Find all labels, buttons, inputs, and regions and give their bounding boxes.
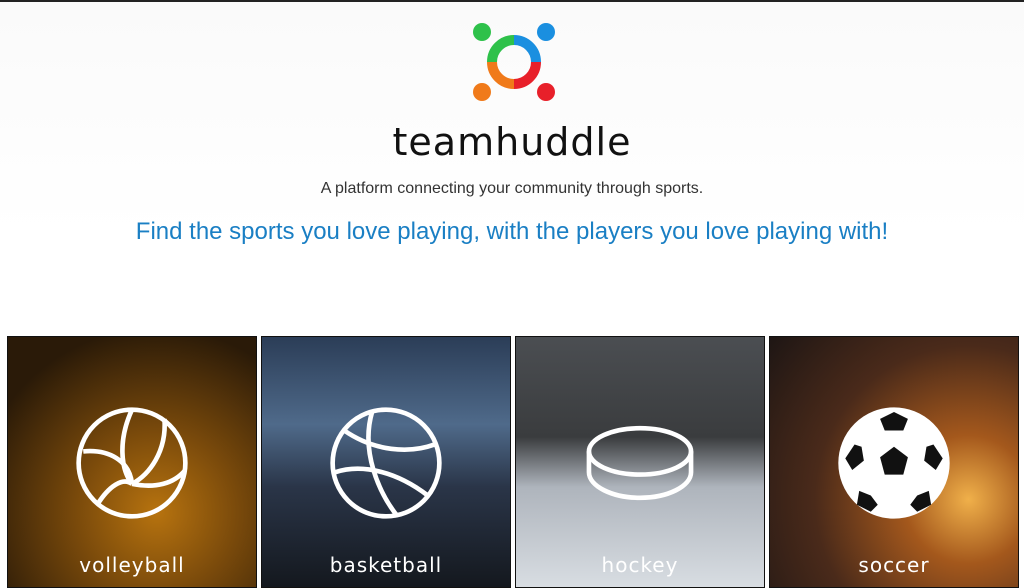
- volleyball-icon: [76, 407, 188, 519]
- brand-name: teamhuddle: [392, 120, 632, 164]
- hockey-puck-icon: [586, 425, 694, 501]
- sport-tile-volleyball[interactable]: volleyball: [7, 336, 257, 588]
- basketball-icon: [330, 407, 442, 519]
- sport-label: soccer: [858, 553, 930, 577]
- sport-tile-hockey[interactable]: hockey: [515, 336, 765, 588]
- headline: Find the sports you love playing, with t…: [135, 218, 889, 245]
- sport-label: basketball: [329, 553, 443, 577]
- tagline: A platform connecting your community thr…: [320, 180, 704, 197]
- sport-tile-basketball[interactable]: basketball: [261, 336, 511, 588]
- soccer-ball-icon: [838, 407, 950, 519]
- sport-tiles: volleyball basketball hockey soccer: [7, 336, 1019, 588]
- sport-tile-soccer[interactable]: soccer: [769, 336, 1019, 588]
- teamhuddle-logo: [473, 23, 555, 101]
- sport-label: hockey: [601, 553, 679, 577]
- sport-label: volleyball: [79, 553, 185, 577]
